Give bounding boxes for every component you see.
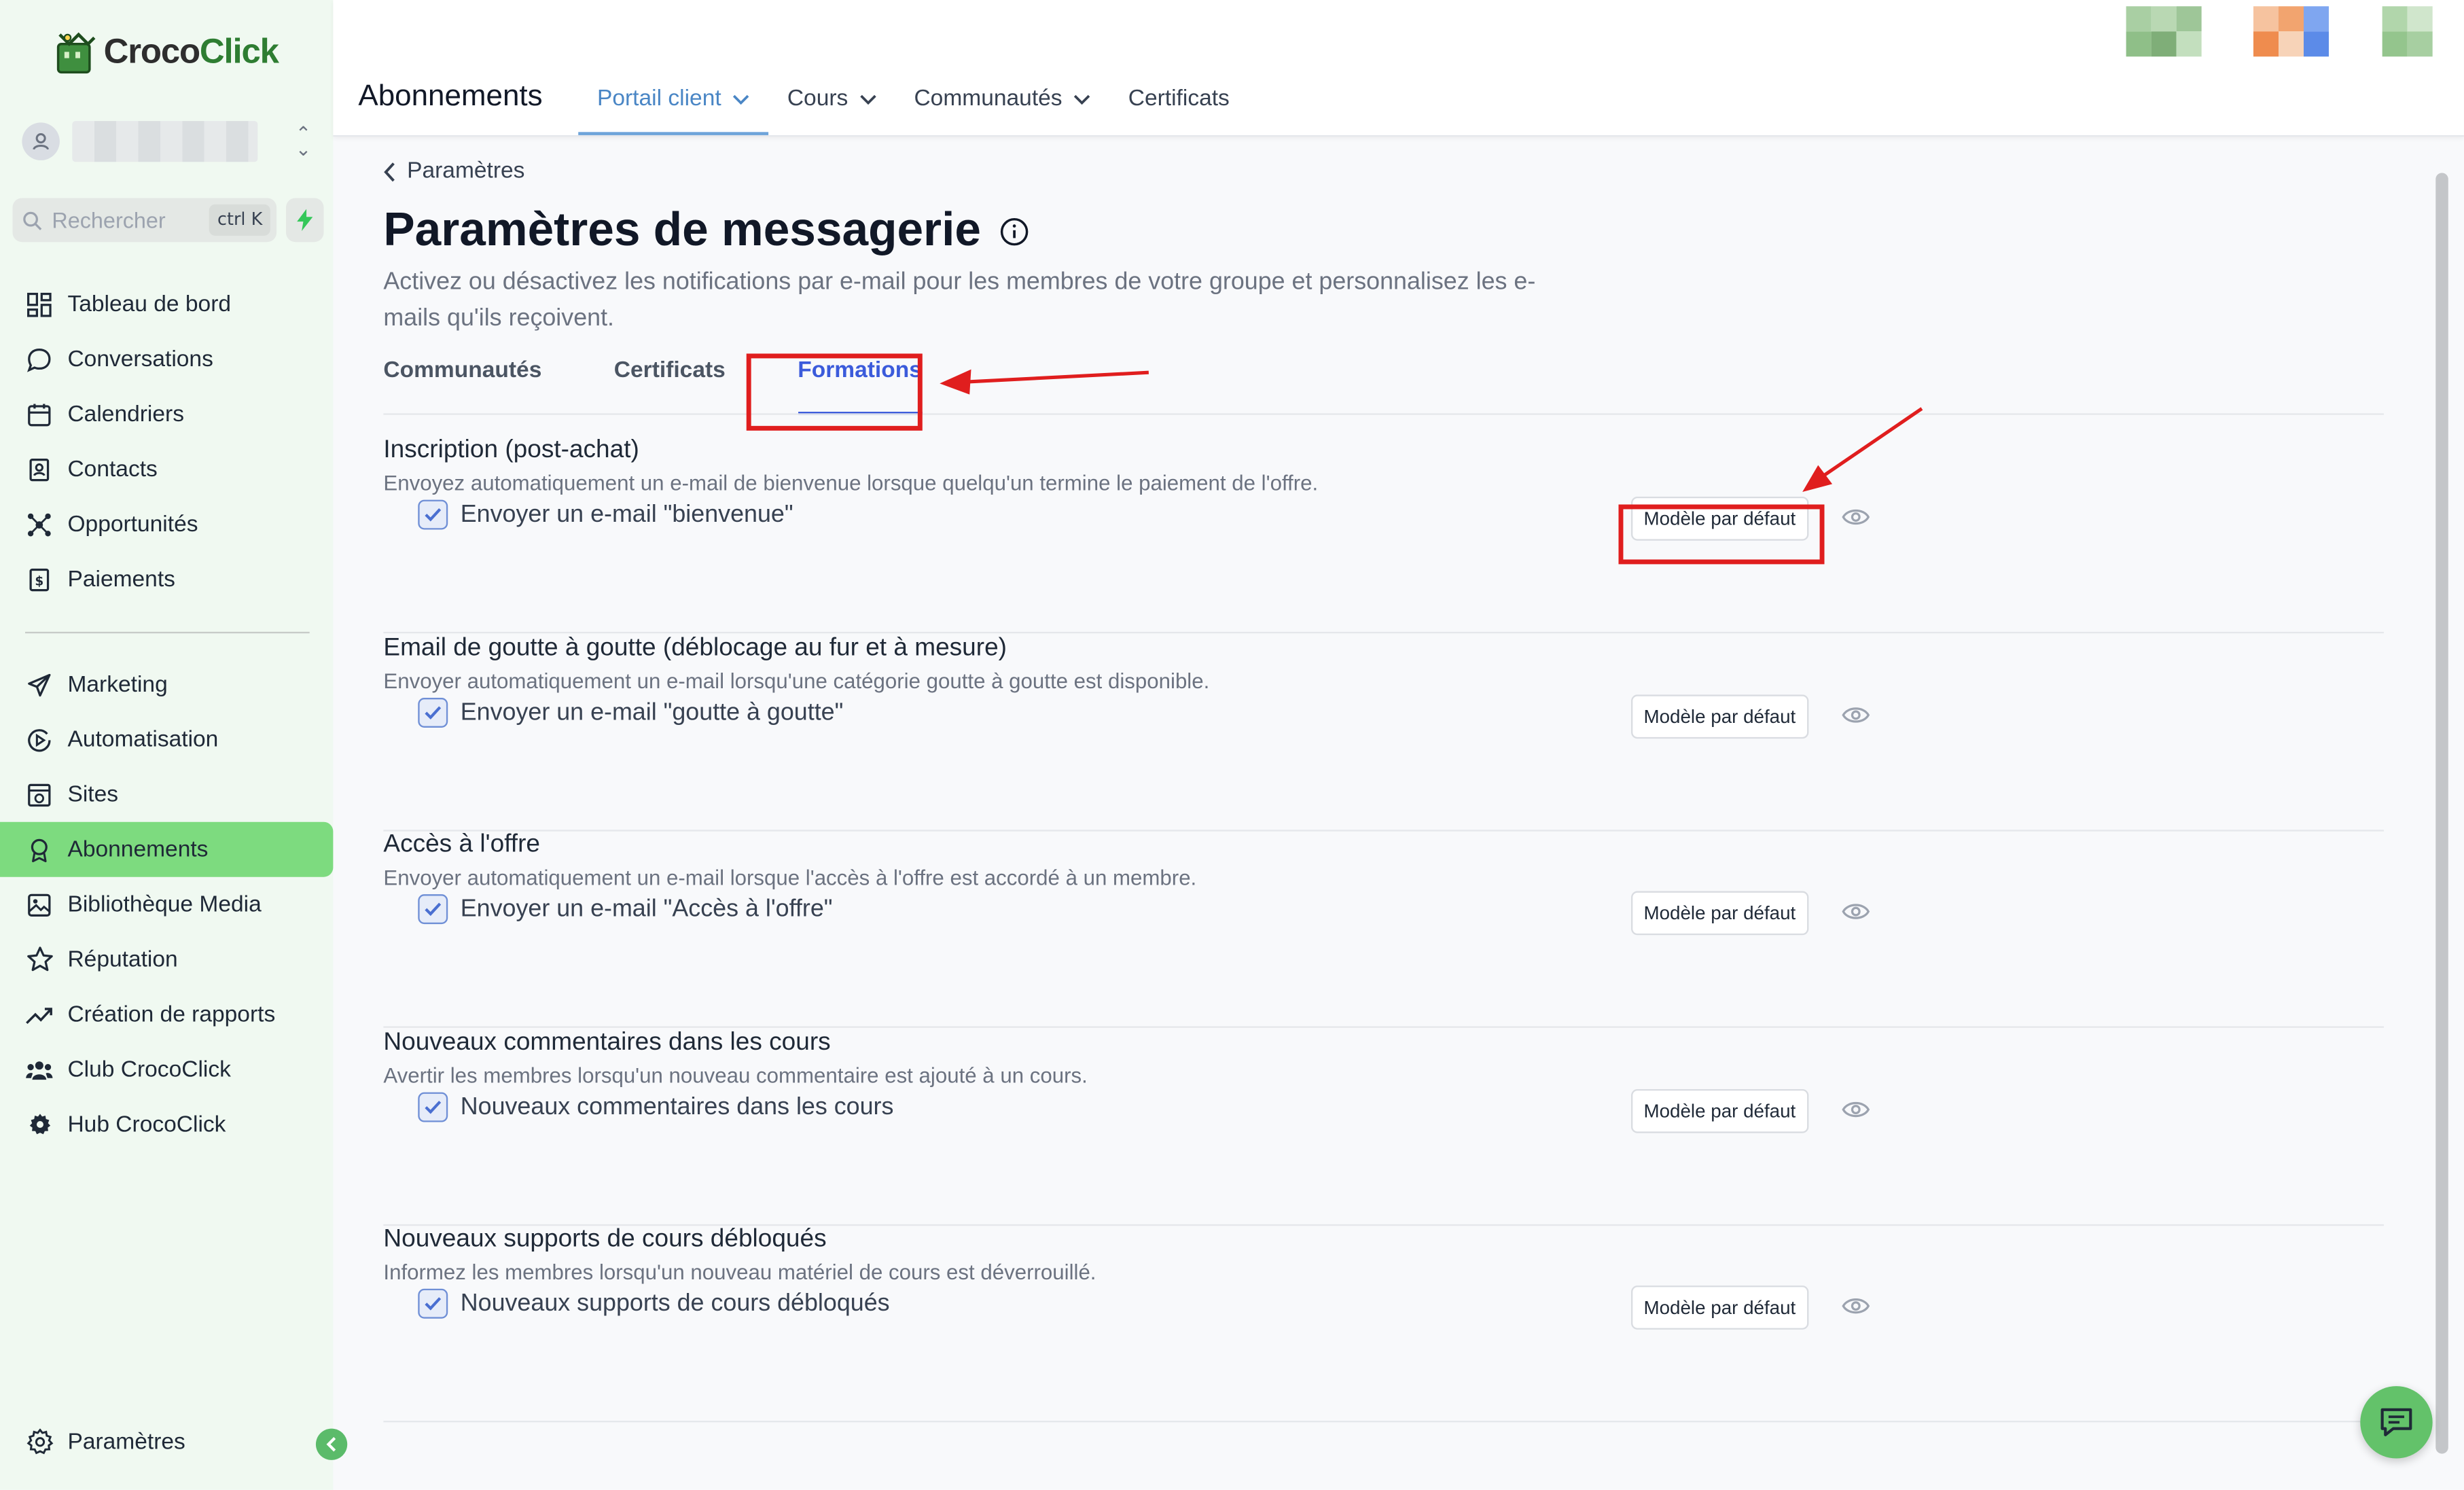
annotation-arrow-icon xyxy=(1802,407,1923,493)
chat-support-icon xyxy=(2380,1408,2412,1436)
chat-widget-button[interactable] xyxy=(2360,1386,2433,1459)
annotation-arrow-icon xyxy=(940,369,1149,395)
annotation-arrows xyxy=(940,369,1923,493)
